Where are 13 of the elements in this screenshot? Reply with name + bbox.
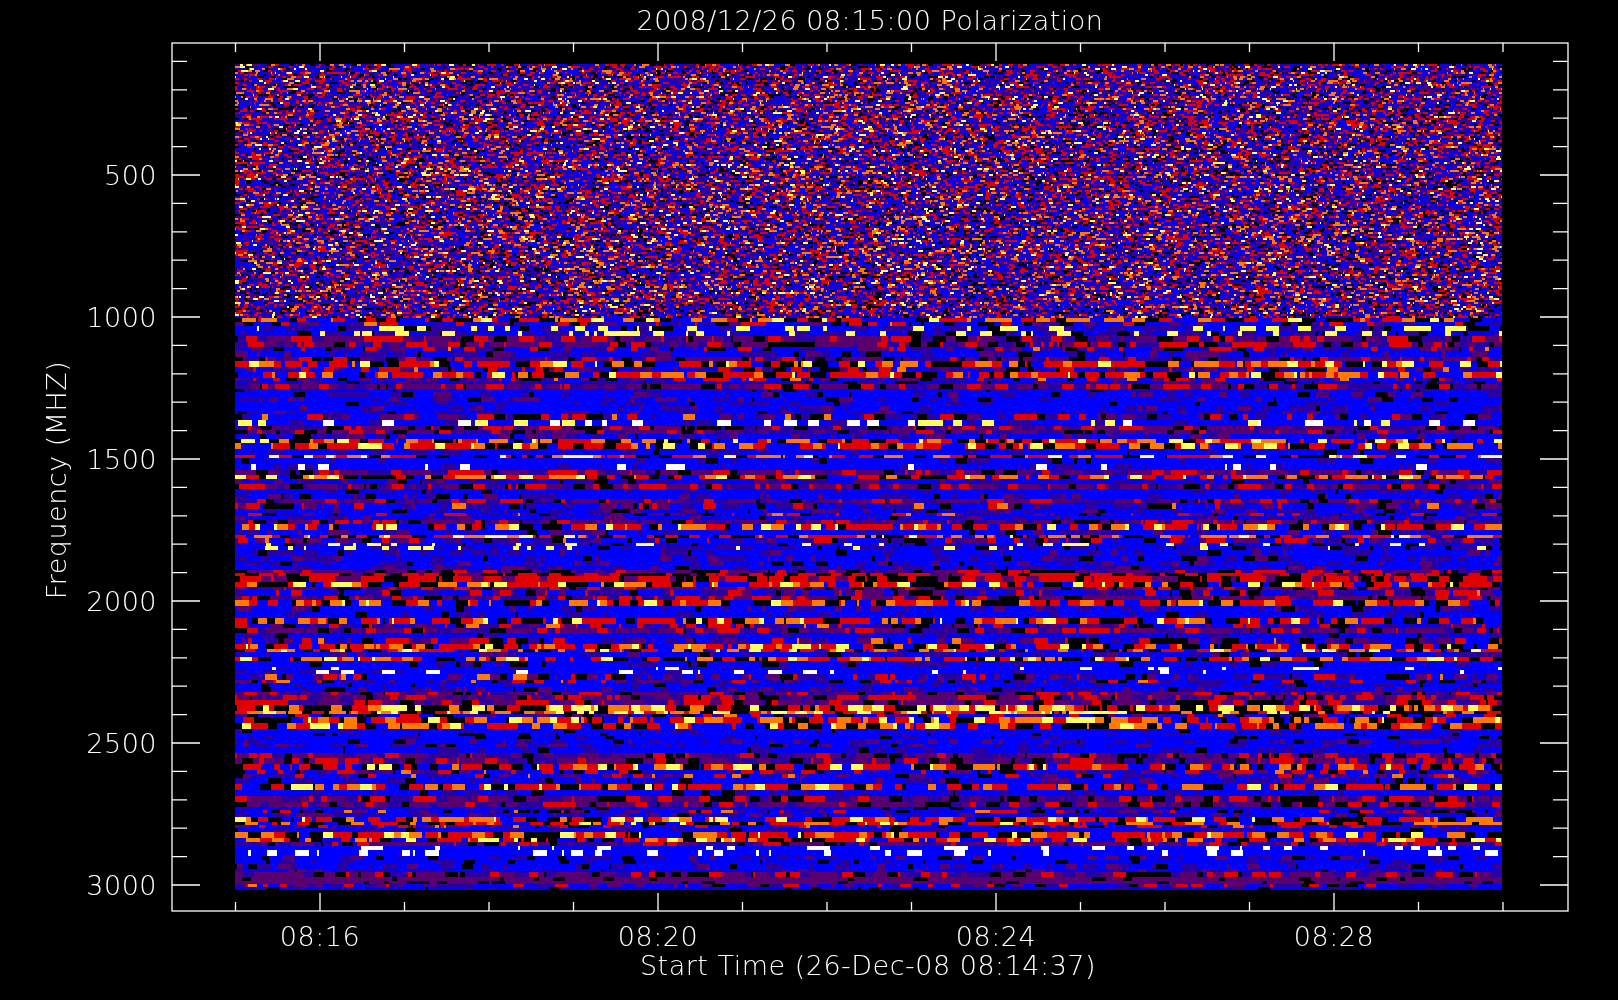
tick-label: 08:28: [1293, 921, 1375, 952]
tick-label: 08:16: [279, 921, 361, 952]
axis-label: Start Time (26-Dec-08 08:14:37): [639, 950, 1097, 981]
tick-label: 2500: [86, 728, 157, 759]
tick-label: 1000: [86, 302, 157, 333]
tick-label: 1500: [86, 444, 157, 475]
tick-label: 500: [103, 160, 157, 191]
tick-label: 08:20: [617, 921, 699, 952]
tick-label: 3000: [86, 870, 157, 901]
chart-title: 2008/12/26 08:15:00 Polarization: [636, 5, 1104, 36]
tick-label: 2000: [86, 586, 157, 617]
tick-label: 08:24: [955, 921, 1037, 952]
axis-label: Frequency (MHZ): [41, 360, 72, 600]
